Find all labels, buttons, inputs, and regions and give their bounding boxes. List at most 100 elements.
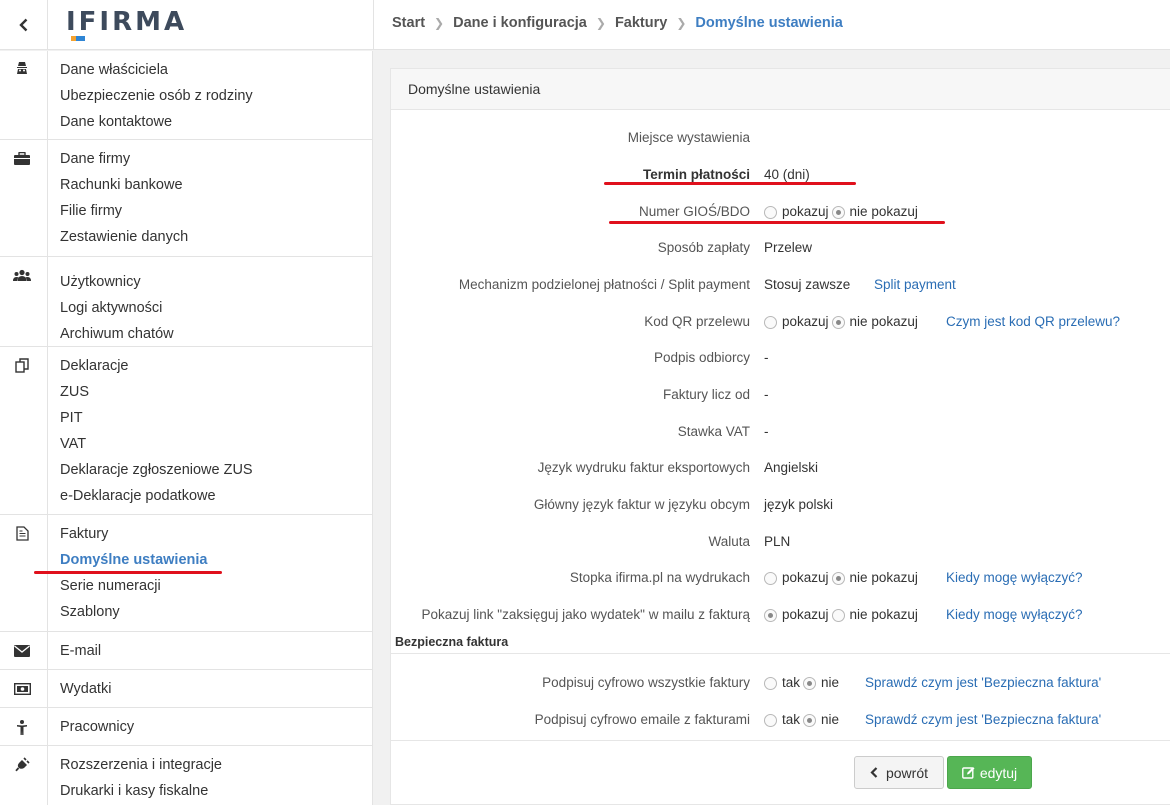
secure-invoice-link[interactable]: Sprawdź czym jest 'Bezpieczna faktura' [865,710,1101,730]
sidebar-item-data-summary[interactable]: Zestawienie danych [60,228,188,246]
sidebar-item-default-settings[interactable]: Domyślne ustawienia [60,551,207,569]
top-bar: IFIRMA Start ❯ Dane i konfiguracja ❯ Fak… [0,0,1170,50]
breadcrumb-invoices[interactable]: Faktury [615,15,667,31]
sidebar-item-employees[interactable]: Pracownicy [60,718,134,736]
expense-link-help-link[interactable]: Kiedy mogę wyłączyć? [946,605,1083,625]
sidebar-item-activity-logs[interactable]: Logi aktywności [60,299,162,317]
breadcrumb-current: Domyślne ustawienia [695,15,843,31]
back-button-label: powrót [885,764,929,781]
sidebar-item-expenses[interactable]: Wydatki [60,680,111,698]
breadcrumb-start[interactable]: Start [392,15,425,31]
sidebar-item-bank-accounts[interactable]: Rachunki bankowe [60,176,183,194]
sidebar-item-email[interactable]: E-mail [60,642,101,660]
sidebar-item-extensions[interactable]: Rozszerzenia i integracje [60,756,222,774]
row-label: Pokazuj link "zaksięguj jako wydatek" w … [421,607,750,622]
sidebar-item-chat-archive[interactable]: Archiwum chatów [60,325,174,343]
sidebar-item-vat[interactable]: VAT [60,435,86,453]
sidebar-group-expenses: Wydatki [0,670,372,708]
plug-icon [13,756,31,772]
row-footer: Stopka ifirma.pl na wydrukach pokazuj ni… [391,568,1170,588]
sidebar-item-owner-data[interactable]: Dane właściciela [60,61,168,79]
documents-icon [13,357,31,373]
sidebar-item-numbering-series[interactable]: Serie numeracji [60,577,161,595]
sidebar-item-branches[interactable]: Filie firmy [60,202,122,220]
collapse-sidebar-button[interactable] [0,0,48,50]
annotation-underline [604,182,856,185]
radio-label: pokazuj [782,314,829,329]
radio-yes[interactable] [764,676,777,690]
briefcase-icon [13,150,31,166]
sidebar-group-users: Użytkownicy Logi aktywności Archiwum cha… [0,257,372,347]
chevron-right-icon: ❯ [434,16,445,30]
radio-label: nie pokazuj [849,204,918,219]
radio-hide[interactable] [831,205,845,219]
owner-icon [13,60,31,76]
sidebar-group-employees: Pracownicy [0,708,372,746]
radio-label: nie pokazuj [849,570,918,585]
split-payment-link[interactable]: Split payment [874,275,956,295]
sidebar-group-email: E-mail [0,632,372,670]
sidebar-item-pit[interactable]: PIT [60,409,83,427]
footer-help-link[interactable]: Kiedy mogę wyłączyć? [946,568,1083,588]
row-label: Sposób zapłaty [657,240,750,255]
radio-label: pokazuj [782,204,829,219]
radio-label: nie pokazuj [849,607,918,622]
row-recipient-signature: Podpis odbiorcy - [391,348,1170,368]
row-value: - [764,350,769,365]
row-qr-code: Kod QR przelewu pokazuj nie pokazuj Czym… [391,312,1170,332]
sidebar-item-company-data[interactable]: Dane firmy [60,150,130,168]
row-vat-rate: Stawka VAT - [391,422,1170,442]
chevron-right-icon: ❯ [676,16,687,30]
sidebar-item-invoices[interactable]: Faktury [60,525,108,543]
row-count-from: Faktury licz od - [391,385,1170,405]
radio-yes[interactable] [764,713,777,727]
sidebar-item-users[interactable]: Użytkownicy [60,273,141,291]
ifirma-logo[interactable]: IFIRMA [66,9,187,43]
breadcrumb-configuration[interactable]: Dane i konfiguracja [453,15,587,31]
radio-show[interactable] [764,205,777,219]
row-place-of-issue: Miejsce wystawienia [391,128,1170,148]
row-value: Angielski [764,460,819,475]
radio-no[interactable] [803,713,817,727]
breadcrumb: Start ❯ Dane i konfiguracja ❯ Faktury ❯ … [392,0,843,46]
radio-show[interactable] [764,608,777,622]
qr-help-link[interactable]: Czym jest kod QR przelewu? [946,312,1120,332]
panel-title: Domyślne ustawienia [391,69,1170,110]
sidebar-group-declarations: Deklaracje ZUS PIT VAT Deklaracje zgłosz… [0,347,372,515]
edit-button[interactable]: edytuj [947,756,1032,789]
divider [391,653,1170,654]
row-main-language: Główny język faktur w języku obcym język… [391,495,1170,515]
row-label: Stawka VAT [677,424,750,439]
secure-invoice-link[interactable]: Sprawdź czym jest 'Bezpieczna faktura' [865,673,1101,693]
radio-hide[interactable] [831,608,845,622]
sidebar-group-owner: Dane właściciela Ubezpieczenie osób z ro… [0,51,372,140]
sidebar-item-contact-data[interactable]: Dane kontaktowe [60,113,172,131]
sidebar-item-family-insurance[interactable]: Ubezpieczenie osób z rodziny [60,87,253,105]
radio-hide[interactable] [831,315,845,329]
sidebar-group-company: Dane firmy Rachunki bankowe Filie firmy … [0,140,372,257]
sidebar-item-fiscal-printers[interactable]: Drukarki i kasy fiskalne [60,782,208,800]
radio-show[interactable] [764,571,777,585]
radio-show[interactable] [764,315,777,329]
row-label: Waluta [708,534,750,549]
radio-label: pokazuj [782,570,829,585]
edit-button-label: edytuj [979,764,1018,781]
radio-no[interactable] [803,676,817,690]
row-label: Mechanizm podzielonej płatności / Split … [458,277,750,292]
back-button[interactable]: powrót [854,756,944,789]
sidebar-item-declarations[interactable]: Deklaracje [60,357,129,375]
radio-hide[interactable] [831,571,845,585]
row-label: Główny język faktur w języku obcym [533,497,750,512]
sidebar-item-templates[interactable]: Szablony [60,603,120,621]
users-icon [13,267,31,283]
radio-label: tak [782,675,801,690]
edit-icon [961,767,975,779]
sidebar-item-zus[interactable]: ZUS [60,383,89,401]
sidebar-item-zus-registration[interactable]: Deklaracje zgłoszeniowe ZUS [60,461,253,479]
envelope-icon [13,643,31,659]
row-currency: Waluta PLN [391,532,1170,552]
row-value: Przelew [764,240,813,255]
radio-label: nie [821,712,840,727]
row-label: Kod QR przelewu [644,314,750,329]
sidebar-item-e-declarations[interactable]: e-Deklaracje podatkowe [60,487,216,505]
